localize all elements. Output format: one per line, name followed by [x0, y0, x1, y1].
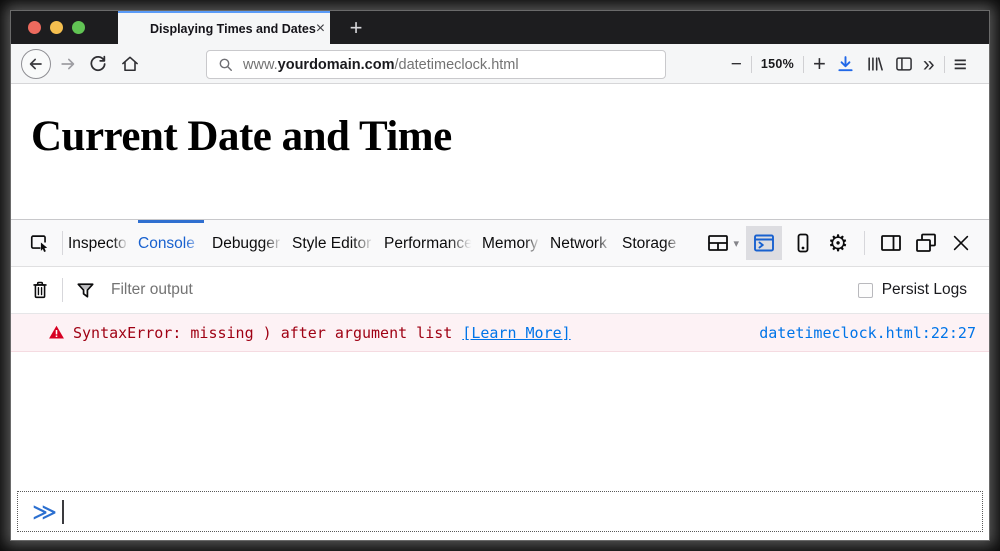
element-picker-button[interactable]	[23, 226, 57, 260]
url-bar[interactable]: www.yourdomain.com/datetimeclock.html	[206, 50, 666, 79]
library-icon	[868, 57, 883, 71]
split-console-icon	[754, 234, 774, 252]
new-tab-button[interactable]: +	[341, 13, 371, 43]
dock-side-icon	[881, 235, 901, 251]
error-warning-icon	[49, 325, 64, 339]
separator	[62, 278, 63, 302]
separate-window-icon	[916, 233, 936, 252]
library-button[interactable]	[865, 54, 885, 74]
separator	[943, 55, 945, 73]
settings-button[interactable]: ⚙	[824, 228, 852, 258]
split-console-button[interactable]	[746, 226, 782, 260]
close-devtools-button[interactable]	[947, 228, 975, 258]
back-button[interactable]	[21, 48, 51, 79]
tab-label: Inspector	[68, 234, 130, 252]
filter-output-input[interactable]: Filter output	[111, 281, 858, 299]
zoom-level-button[interactable]: 150%	[761, 57, 794, 71]
tab-inspector[interactable]: Inspector	[68, 220, 130, 266]
toolbar-right-controls: − 150% + » ≡	[731, 44, 967, 84]
tab-label: Debugger	[212, 234, 281, 252]
tab-storage[interactable]: Storage	[622, 220, 682, 266]
separator	[803, 55, 805, 73]
minimize-window-button[interactable]	[50, 21, 63, 34]
forward-button[interactable]	[55, 51, 81, 77]
url-domain: yourdomain.com	[277, 56, 395, 73]
console-filterbar: Filter output Persist Logs	[11, 267, 989, 314]
console-output-area[interactable]	[11, 352, 989, 491]
responsive-phone-icon	[797, 233, 809, 253]
separator	[750, 55, 752, 73]
text-caret	[62, 499, 65, 524]
panes-layout-button[interactable]	[704, 228, 732, 258]
tab-debugger[interactable]: Debugger	[212, 220, 284, 266]
tab-label: Performance	[384, 234, 473, 252]
zoom-out-button[interactable]: −	[731, 55, 742, 74]
console-error-row: SyntaxError: missing ) after argument li…	[11, 314, 989, 352]
console-input[interactable]: ≫	[17, 491, 983, 532]
separator	[864, 231, 865, 255]
zoom-window-button[interactable]	[72, 21, 85, 34]
persist-logs-label: Persist Logs	[881, 281, 967, 298]
tab-style-editor[interactable]: Style Editor	[292, 220, 376, 266]
dock-to-side-button[interactable]	[877, 228, 905, 258]
close-icon	[953, 235, 969, 251]
devtools-tabbar: Inspector Console Debugger Style Editor …	[11, 219, 989, 267]
error-source-location[interactable]: datetimeclock.html:22:27	[759, 324, 976, 342]
back-arrow-icon	[29, 58, 42, 69]
navigation-toolbar: www.yourdomain.com/datetimeclock.html − …	[11, 44, 989, 84]
zoom-in-button[interactable]: +	[813, 53, 826, 75]
home-icon	[122, 56, 138, 71]
tab-label: Network	[550, 234, 607, 252]
devtools-toolbar-buttons: ▾ ⚙	[704, 226, 975, 260]
tab-label: Storage	[622, 234, 677, 252]
browser-tab[interactable]: Displaying Times and Dates ×	[118, 11, 330, 44]
sidebar-button[interactable]	[894, 54, 914, 74]
page-heading: Current Date and Time	[31, 113, 452, 160]
tab-performance[interactable]: Performance	[384, 220, 474, 266]
tab-console[interactable]: Console	[138, 220, 204, 266]
page-content: Current Date and Time	[11, 84, 989, 219]
tab-label: Memory	[482, 234, 538, 252]
app-menu-button[interactable]: ≡	[954, 52, 967, 76]
tab-close-icon[interactable]: ×	[316, 20, 325, 37]
sidebar-icon	[896, 57, 912, 71]
separate-window-button[interactable]	[912, 228, 940, 258]
url-text: www.yourdomain.com/datetimeclock.html	[243, 57, 519, 73]
caret-down-icon[interactable]: ▾	[733, 237, 739, 250]
forward-arrow-icon	[61, 58, 75, 69]
reload-button[interactable]	[85, 51, 111, 77]
panes-layout-icon	[708, 235, 729, 251]
close-window-button[interactable]	[28, 21, 41, 34]
home-button[interactable]	[117, 51, 143, 77]
titlebar: Displaying Times and Dates × +	[11, 11, 989, 44]
tab-memory[interactable]: Memory	[482, 220, 542, 266]
browser-window: Displaying Times and Dates × + www.yourd…	[11, 11, 989, 540]
tab-label: Style Editor	[292, 234, 372, 252]
reload-icon	[90, 55, 106, 71]
element-picker-icon	[30, 235, 48, 252]
clear-console-button[interactable]	[23, 273, 57, 307]
screenshot-frame: Displaying Times and Dates × + www.yourd…	[0, 0, 1000, 551]
persist-logs-checkbox[interactable]	[857, 282, 873, 298]
responsive-design-mode-button[interactable]	[789, 228, 817, 258]
download-button[interactable]	[835, 54, 856, 75]
filter-icon-button[interactable]	[74, 279, 97, 302]
tab-network[interactable]: Network	[550, 220, 614, 266]
separator	[62, 231, 63, 255]
url-path: /datetimeclock.html	[394, 56, 519, 73]
url-prefix: www.	[243, 56, 278, 73]
persist-logs-control[interactable]: Persist Logs	[857, 281, 967, 299]
filter-funnel-icon	[77, 282, 94, 298]
download-icon	[838, 55, 853, 71]
error-message: SyntaxError: missing ) after argument li…	[73, 323, 453, 342]
tab-title: Displaying Times and Dates	[150, 21, 316, 36]
gear-icon: ⚙	[827, 229, 849, 256]
search-icon	[219, 58, 232, 71]
learn-more-link[interactable]: [Learn More]	[462, 324, 570, 342]
trash-icon	[33, 281, 47, 299]
tab-label: Console	[138, 234, 195, 252]
console-prompt-icon: ≫	[32, 497, 58, 526]
overflow-menu-button[interactable]: »	[923, 54, 935, 75]
